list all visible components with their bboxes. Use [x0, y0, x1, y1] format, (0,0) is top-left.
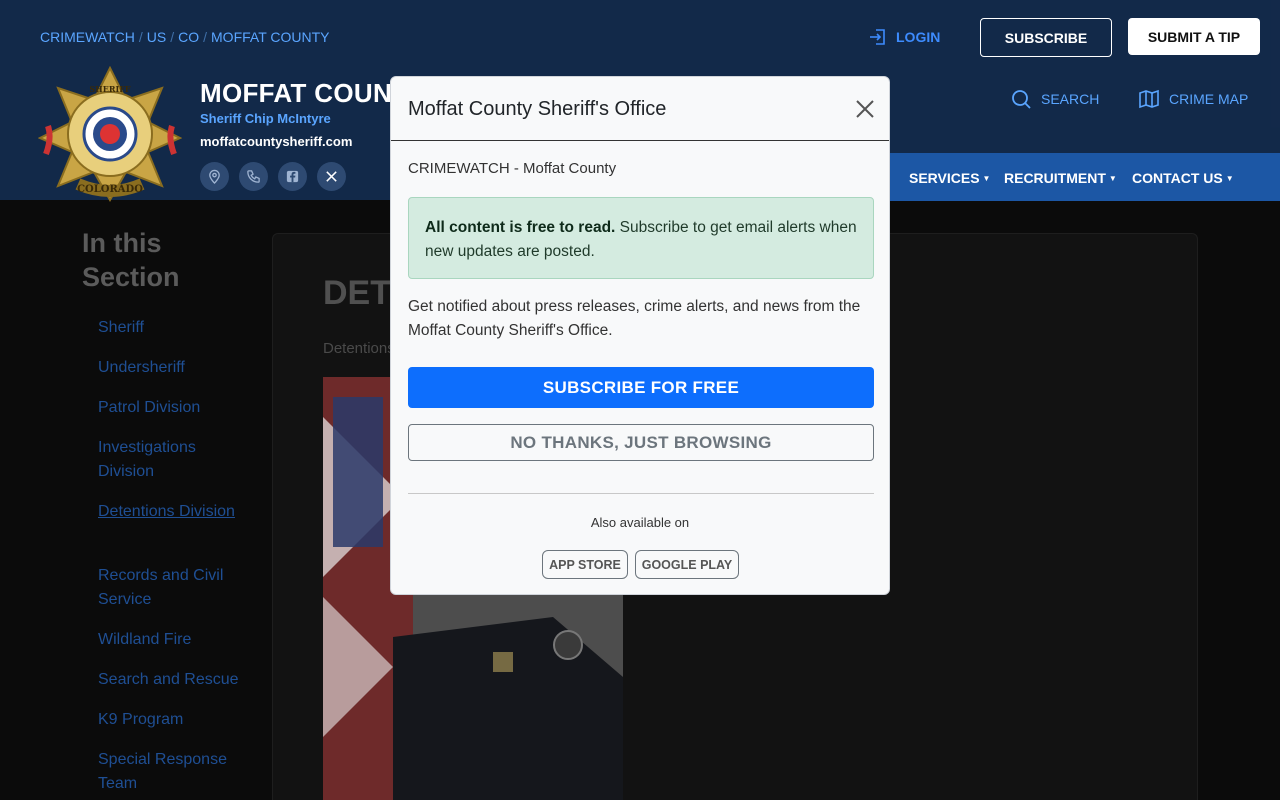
app-store-button[interactable]: APP STORE — [542, 550, 628, 579]
subscribe-modal: Moffat County Sheriff's Office CRIMEWATC… — [390, 76, 890, 595]
free-content-alert: All content is free to read. Subscribe t… — [408, 197, 874, 279]
modal-subtitle: CRIMEWATCH - Moffat County — [408, 160, 617, 177]
modal-title: Moffat County Sheriff's Office — [408, 98, 667, 120]
subscribe-for-free-button[interactable]: SUBSCRIBE FOR FREE — [408, 367, 874, 408]
close-icon[interactable] — [853, 97, 877, 121]
google-play-button[interactable]: GOOGLE PLAY — [635, 550, 739, 579]
also-available-label: Also available on — [590, 515, 690, 530]
modal-header: Moffat County Sheriff's Office — [391, 77, 889, 141]
alert-bold-text: All content is free to read. — [425, 219, 616, 236]
no-thanks-button[interactable]: NO THANKS, JUST BROWSING — [408, 424, 874, 461]
modal-divider — [408, 493, 874, 494]
modal-description: Get notified about press releases, crime… — [408, 298, 861, 339]
